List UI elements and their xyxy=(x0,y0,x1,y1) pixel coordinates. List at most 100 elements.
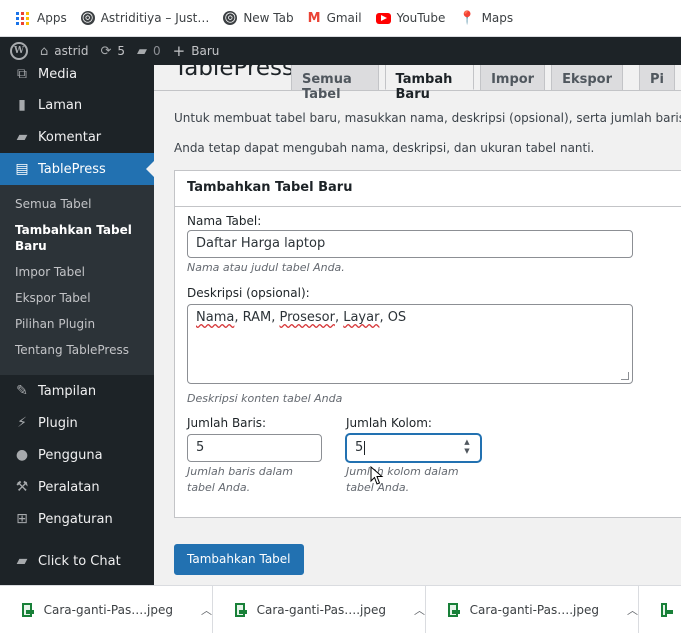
plus-icon: + xyxy=(172,42,186,60)
tab-ekspor[interactable]: Ekspor xyxy=(551,65,624,90)
number-spinner-icon[interactable]: ▲ ▼ xyxy=(462,438,472,456)
wp-admin-bar: W ⌂ astrid ⟳ 5 ▰ 0 + Baru xyxy=(0,37,681,65)
gmail-icon: M xyxy=(307,10,321,26)
download-item-partial[interactable] xyxy=(639,586,679,633)
submenu-impor-tabel[interactable]: Impor Tabel xyxy=(0,261,154,283)
columns-input[interactable]: 5 ▲ ▼ xyxy=(346,434,481,462)
page-icon: ▮ xyxy=(18,97,26,113)
media-icon: ⧉ xyxy=(17,66,27,82)
download-item[interactable]: Cara-ganti-Pas….jpeg ︿ xyxy=(0,586,213,633)
table-name-value: Daftar Harga laptop xyxy=(196,236,326,251)
description-help: Deskripsi konten tabel Anda xyxy=(187,392,343,405)
home-icon: ⌂ xyxy=(40,43,49,59)
download-item[interactable]: Cara-ganti-Pas….jpeg ︿ xyxy=(213,586,426,633)
columns-value: 5 xyxy=(355,440,364,455)
wrench-icon: ⚒ xyxy=(15,479,29,495)
wp-logo-menu[interactable]: W xyxy=(10,42,28,60)
desc-word: Nama xyxy=(196,310,235,325)
sidebar-item-media[interactable]: ⧉ Media xyxy=(0,65,154,85)
download-item[interactable]: Cara-ganti-Pas….jpeg ︿ xyxy=(426,586,639,633)
globe-icon: ◎ xyxy=(223,10,238,25)
bookmark-astriditiya[interactable]: ◎ Astriditiya – Just… xyxy=(80,11,209,25)
maps-pin-icon: 📍 xyxy=(459,10,476,26)
desc-word: Prosesor xyxy=(279,310,335,325)
table-name-help: Nama atau judul tabel Anda. xyxy=(187,261,345,274)
table-name-input[interactable]: Daftar Harga laptop xyxy=(187,230,633,258)
new-content-link[interactable]: + Baru xyxy=(173,42,220,60)
brush-icon: ✎ xyxy=(16,383,28,399)
settings-icon: ⊞ xyxy=(16,511,28,527)
submenu-ekspor-tabel[interactable]: Ekspor Tabel xyxy=(0,287,154,309)
browser-window: Apps ◎ Astriditiya – Just… ◎ New Tab M G… xyxy=(0,0,681,633)
sidebar-item-plugin[interactable]: ⚡ Plugin xyxy=(0,407,154,439)
tablepress-tabs: Semua Tabel Tambah Baru Impor Ekspor Pi xyxy=(291,65,681,102)
youtube-icon xyxy=(375,12,391,24)
bookmark-youtube[interactable]: YouTube xyxy=(375,11,445,25)
refresh-icon: ⟳ xyxy=(100,43,112,59)
box-title: Tambahkan Tabel Baru xyxy=(175,171,681,207)
tab-semua-tabel[interactable]: Semua Tabel xyxy=(291,65,379,102)
image-file-icon xyxy=(448,602,460,617)
bookmarks-bar: Apps ◎ Astriditiya – Just… ◎ New Tab M G… xyxy=(0,0,681,37)
tablepress-submenu: Semua Tabel Tambahkan Tabel Baru Impor T… xyxy=(0,185,154,375)
image-file-icon xyxy=(235,602,247,617)
user-icon: ● xyxy=(15,447,29,463)
sidebar-item-komentar[interactable]: ▰ Komentar xyxy=(0,121,154,153)
tab-tambah-baru[interactable]: Tambah Baru xyxy=(384,65,475,102)
desc-word: , OS xyxy=(379,310,407,325)
sidebar-item-tablepress[interactable]: ▤ TablePress xyxy=(0,153,154,185)
submenu-semua-tabel[interactable]: Semua Tabel xyxy=(0,193,154,215)
main-content: TablePress Semua Tabel Tambah Baru Impor… xyxy=(154,65,681,585)
table-icon: ▤ xyxy=(15,161,29,177)
chevron-up-icon[interactable]: ︿ xyxy=(627,602,638,618)
description-textarea[interactable]: Nama, RAM, Prosesor, Layar, OS xyxy=(187,304,633,384)
description-label: Deskripsi (opsional): xyxy=(187,286,310,300)
image-file-icon xyxy=(22,602,34,617)
submenu-pilihan-plugin[interactable]: Pilihan Plugin xyxy=(0,313,154,335)
add-table-box: Tambahkan Tabel Baru Nama Tabel: Daftar … xyxy=(174,170,681,518)
rows-label: Jumlah Baris: xyxy=(187,416,267,430)
desc-word: , xyxy=(334,310,344,325)
sidebar-item-peralatan[interactable]: ⚒ Peralatan xyxy=(0,471,154,503)
updates-link[interactable]: ⟳ 5 xyxy=(100,44,125,59)
plugin-icon: ⚡ xyxy=(17,415,27,431)
tab-impor[interactable]: Impor xyxy=(480,65,546,90)
apps-grid-icon xyxy=(16,11,29,25)
tab-pilihan[interactable]: Pi xyxy=(639,65,675,90)
submenu-tambahkan-tabel-baru[interactable]: Tambahkan Tabel Baru xyxy=(0,219,154,257)
sidebar-item-laman[interactable]: ▮ Laman xyxy=(0,89,154,121)
desc-word: , RAM, xyxy=(234,310,280,325)
mouse-pointer-icon xyxy=(370,466,384,485)
sidebar-item-click-to-chat[interactable]: ▰ Click to Chat xyxy=(0,545,154,577)
bookmark-gmail[interactable]: M Gmail xyxy=(308,11,362,25)
add-table-button[interactable]: Tambahkan Tabel xyxy=(174,544,304,575)
chevron-up-icon[interactable]: ︿ xyxy=(201,602,212,618)
sidebar-item-tampilan[interactable]: ✎ Tampilan xyxy=(0,375,154,407)
chat-icon: ▰ xyxy=(16,553,28,569)
submenu-tentang-tablepress[interactable]: Tentang TablePress xyxy=(0,339,154,361)
chevron-up-icon[interactable]: ︿ xyxy=(414,602,425,618)
rows-value: 5 xyxy=(196,440,205,455)
wordpress-logo-icon: W xyxy=(10,42,28,60)
intro-note: Anda tetap dapat mengubah nama, deskrips… xyxy=(174,141,595,155)
columns-label: Jumlah Kolom: xyxy=(346,416,432,430)
site-name-link[interactable]: ⌂ astrid xyxy=(40,44,88,59)
table-name-label: Nama Tabel: xyxy=(187,214,262,228)
bookmark-apps[interactable]: Apps xyxy=(16,11,67,25)
comment-bubble-icon: ▰ xyxy=(137,43,148,59)
desc-word: Layar xyxy=(343,310,380,325)
bookmark-new-tab[interactable]: ◎ New Tab xyxy=(223,10,294,25)
text-caret xyxy=(364,440,366,455)
columns-help: Jumlah kolom dalam tabel Anda. xyxy=(346,465,459,494)
rows-input[interactable]: 5 xyxy=(187,434,322,462)
downloads-bar: Cara-ganti-Pas….jpeg ︿ Cara-ganti-Pas….j… xyxy=(0,585,681,633)
intro-text: Untuk membuat tabel baru, masukkan nama,… xyxy=(174,111,681,125)
sidebar-item-pengaturan[interactable]: ⊞ Pengaturan xyxy=(0,503,154,535)
bookmark-maps[interactable]: 📍 Maps xyxy=(459,11,513,25)
page-title: TablePress xyxy=(174,65,295,81)
sidebar-item-pengguna[interactable]: ● Pengguna xyxy=(0,439,154,471)
resize-grip-icon[interactable] xyxy=(621,372,629,380)
admin-sidebar: ⧉ Media ▮ Laman ▰ Komentar ▤ TablePress … xyxy=(0,65,154,585)
image-file-icon xyxy=(661,602,673,617)
comments-link[interactable]: ▰ 0 xyxy=(137,44,161,59)
